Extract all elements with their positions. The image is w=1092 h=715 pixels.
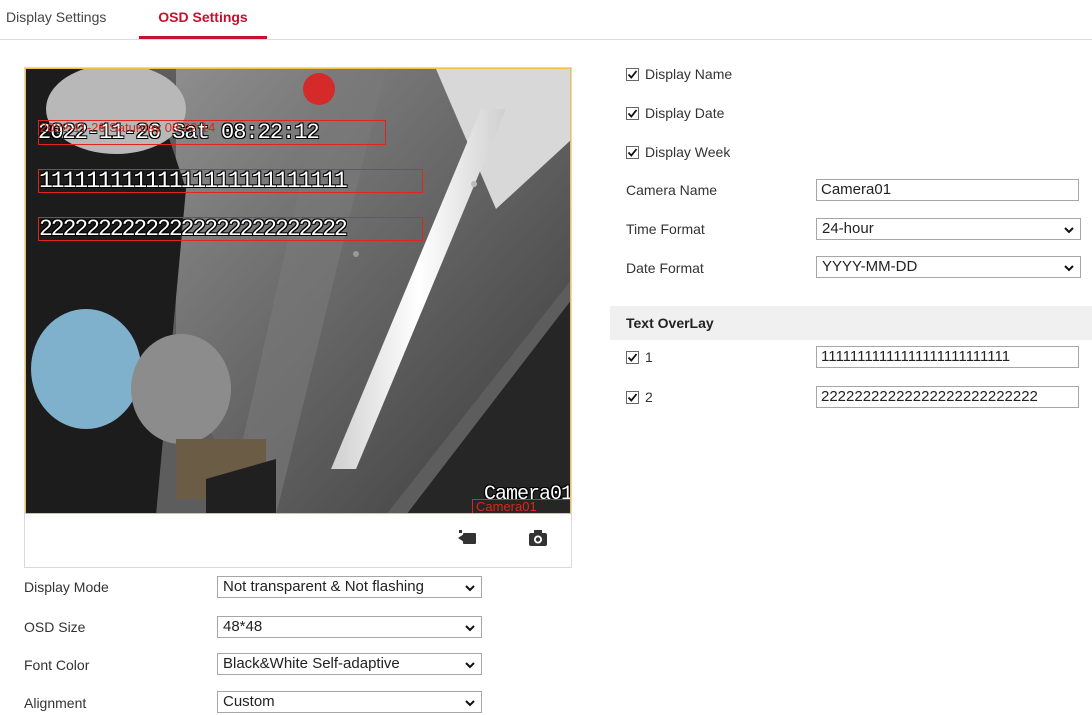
osd-size-label: OSD Size: [24, 619, 86, 635]
tab-osd-settings[interactable]: OSD Settings: [139, 7, 267, 39]
osd-size-value: 48*48: [223, 618, 263, 635]
display-mode-select[interactable]: Not transparent & Not flashing: [217, 576, 482, 598]
time-format-select[interactable]: 24-hour: [816, 218, 1081, 240]
text-overlay-2-index: 2: [645, 389, 653, 405]
date-format-select[interactable]: YYYY-MM-DD: [816, 256, 1081, 278]
text-overlay-1-index: 1: [645, 349, 653, 365]
display-name-option: Display Name: [626, 64, 732, 84]
display-mode-label: Display Mode: [24, 579, 109, 595]
chevron-down-icon: [1064, 227, 1074, 234]
camera-name-input[interactable]: Camera01: [816, 179, 1079, 201]
text-overlay-2-checkbox[interactable]: [626, 391, 639, 404]
camera-snapshot-icon[interactable]: [528, 529, 548, 547]
time-format-value: 24-hour: [822, 220, 874, 237]
osd-overlay-2-text: 22222222222222222222222222: [39, 216, 348, 242]
display-name-checkbox[interactable]: [626, 68, 639, 81]
tab-display-settings[interactable]: Display Settings: [6, 7, 106, 39]
osd-overlay-1-text: 11111111111111111111111111: [39, 168, 348, 194]
display-week-checkbox[interactable]: [626, 146, 639, 159]
date-format-value: YYYY-MM-DD: [822, 258, 918, 275]
display-date-checkbox[interactable]: [626, 107, 639, 120]
osd-size-select[interactable]: 48*48: [217, 616, 482, 638]
chevron-down-icon: [465, 585, 475, 592]
text-overlay-1-input[interactable]: 11111111111111111111111111: [816, 346, 1079, 368]
alignment-label: Alignment: [24, 695, 87, 711]
video-record-icon[interactable]: [458, 529, 478, 547]
alignment-select[interactable]: Custom: [217, 691, 482, 713]
video-preview[interactable]: 2022-11-26 Sat 08:22:12 2022-11-26 Satur…: [25, 68, 571, 514]
text-overlay-2-input[interactable]: 22222222222222222222222222: [816, 386, 1079, 408]
tab-bar: Display Settings OSD Settings: [0, 0, 1092, 40]
display-week-option: Display Week: [626, 142, 730, 162]
chevron-down-icon: [465, 700, 475, 707]
display-mode-value: Not transparent & Not flashing: [223, 578, 424, 595]
chevron-down-icon: [1064, 265, 1074, 272]
text-overlay-1-option: 1: [626, 347, 653, 367]
chevron-down-icon: [465, 662, 475, 669]
display-week-label: Display Week: [645, 144, 731, 160]
display-date-option: Display Date: [626, 103, 724, 123]
font-color-value: Black&White Self-adaptive: [223, 655, 400, 672]
font-color-select[interactable]: Black&White Self-adaptive: [217, 653, 482, 675]
osd-camera-small-text: Camera01: [476, 499, 537, 514]
display-name-label: Display Name: [645, 66, 733, 82]
display-date-label: Display Date: [645, 105, 725, 121]
date-format-label: Date Format: [626, 260, 704, 276]
chevron-down-icon: [465, 625, 475, 632]
osd-date-small-text: 2022-11-26 Saturday 08:22:14: [40, 120, 216, 135]
font-color-label: Font Color: [24, 657, 90, 673]
text-overlay-section-title: Text OverLay: [610, 306, 1092, 340]
text-overlay-1-checkbox[interactable]: [626, 351, 639, 364]
text-overlay-2-option: 2: [626, 387, 653, 407]
alignment-value: Custom: [223, 693, 275, 710]
time-format-label: Time Format: [626, 221, 705, 237]
live-preview-panel: 2022-11-26 Sat 08:22:12 2022-11-26 Satur…: [24, 67, 572, 568]
camera-name-label: Camera Name: [626, 182, 718, 198]
